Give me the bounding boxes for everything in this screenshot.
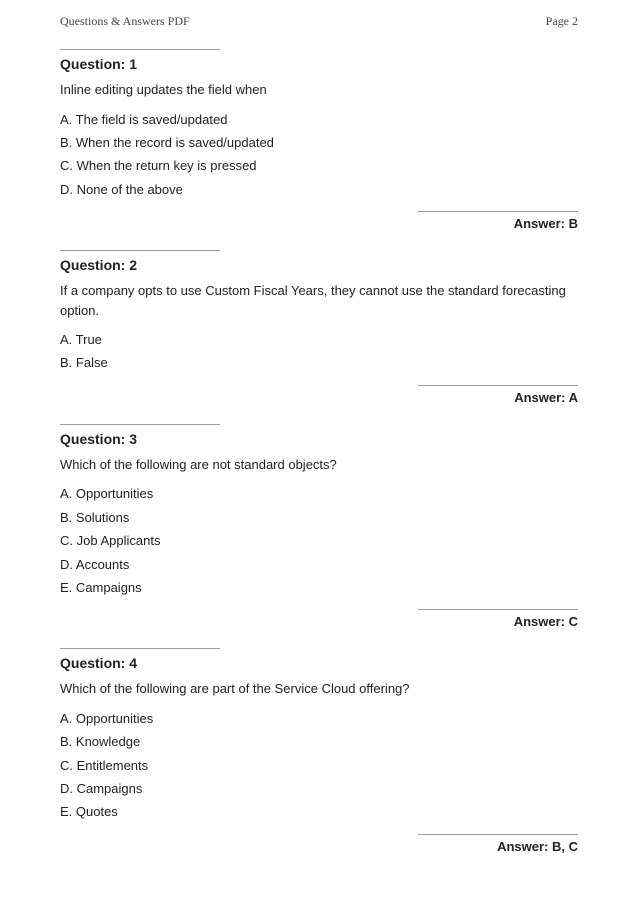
question-text-2: If a company opts to use Custom Fiscal Y…	[60, 281, 578, 320]
question-options-2: A. TrueB. False	[60, 328, 578, 375]
option-1-3: C. When the return key is pressed	[60, 154, 578, 177]
question-title-2: Question: 2	[60, 257, 578, 273]
option-4-5: E. Quotes	[60, 800, 578, 823]
page-content: Question: 1 Inline editing updates the fi…	[0, 29, 638, 913]
answer-row-3: Answer: C	[60, 609, 578, 630]
question-title-4: Question: 4	[60, 655, 578, 671]
question-options-3: A. OpportunitiesB. SolutionsC. Job Appli…	[60, 482, 578, 599]
answer-label-3: Answer: C	[514, 614, 578, 629]
answer-row-1: Answer: B	[60, 211, 578, 232]
answer-row-4: Answer: B, C	[60, 834, 578, 855]
answer-box-1: Answer: B	[418, 211, 578, 232]
answer-row-2: Answer: A	[60, 385, 578, 406]
question-block-1: Question: 1 Inline editing updates the fi…	[60, 49, 578, 232]
answer-box-4: Answer: B, C	[418, 834, 578, 855]
option-1-4: D. None of the above	[60, 178, 578, 201]
question-divider-4	[60, 648, 220, 649]
answer-label-4: Answer: B, C	[497, 839, 578, 854]
question-title-1: Question: 1	[60, 56, 578, 72]
page-header: Questions & Answers PDF Page 2	[0, 0, 638, 29]
question-block-3: Question: 3 Which of the following are no…	[60, 424, 578, 630]
header-right: Page 2	[546, 14, 578, 29]
option-3-4: D. Accounts	[60, 553, 578, 576]
answer-label-2: Answer: A	[514, 390, 578, 405]
option-2-2: B. False	[60, 351, 578, 374]
option-3-3: C. Job Applicants	[60, 529, 578, 552]
option-4-1: A. Opportunities	[60, 707, 578, 730]
option-4-4: D. Campaigns	[60, 777, 578, 800]
question-title-3: Question: 3	[60, 431, 578, 447]
question-block-4: Question: 4 Which of the following are pa…	[60, 648, 578, 854]
question-options-4: A. OpportunitiesB. KnowledgeC. Entitleme…	[60, 707, 578, 824]
header-left: Questions & Answers PDF	[60, 14, 190, 29]
option-3-5: E. Campaigns	[60, 576, 578, 599]
question-divider-1	[60, 49, 220, 50]
question-options-1: A. The field is saved/updatedB. When the…	[60, 108, 578, 202]
option-3-2: B. Solutions	[60, 506, 578, 529]
option-2-1: A. True	[60, 328, 578, 351]
option-1-2: B. When the record is saved/updated	[60, 131, 578, 154]
option-1-1: A. The field is saved/updated	[60, 108, 578, 131]
question-divider-3	[60, 424, 220, 425]
question-text-4: Which of the following are part of the S…	[60, 679, 578, 699]
question-divider-2	[60, 250, 220, 251]
option-3-1: A. Opportunities	[60, 482, 578, 505]
answer-box-3: Answer: C	[418, 609, 578, 630]
question-block-2: Question: 2 If a company opts to use Cust…	[60, 250, 578, 406]
option-4-3: C. Entitlements	[60, 754, 578, 777]
answer-label-1: Answer: B	[514, 216, 578, 231]
question-text-3: Which of the following are not standard …	[60, 455, 578, 475]
option-4-2: B. Knowledge	[60, 730, 578, 753]
answer-box-2: Answer: A	[418, 385, 578, 406]
question-text-1: Inline editing updates the field when	[60, 80, 578, 100]
